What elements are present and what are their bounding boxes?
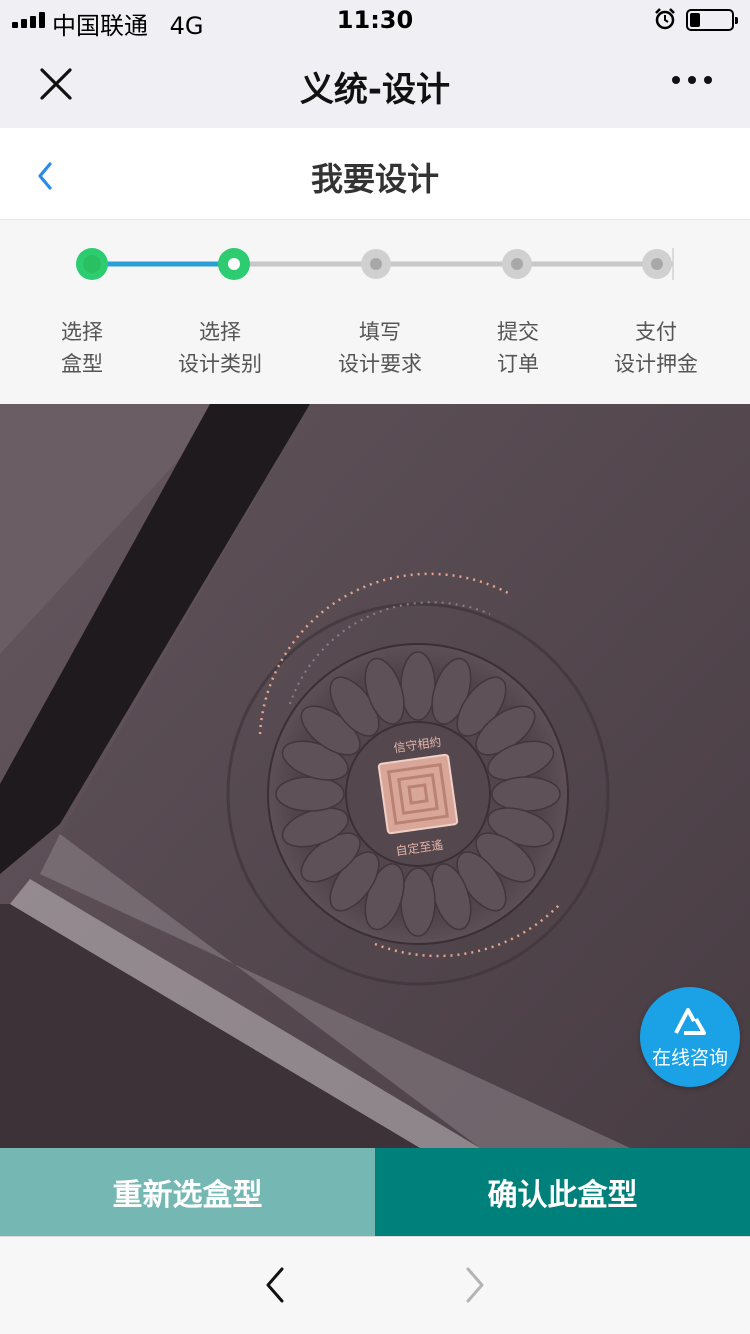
chevron-left-icon[interactable] (260, 1265, 292, 1305)
chevron-right-icon[interactable] (458, 1265, 490, 1305)
step-label-4: 提交 订单 (497, 320, 539, 376)
step-label-5: 支付 设计押金 (614, 320, 698, 376)
status-bar: 中国联通 4G 11:30 (0, 0, 750, 40)
seal-petal (400, 867, 436, 937)
page-title: 我要设计 (310, 160, 439, 198)
wechat-nav-bar: 义统-设计 (0, 40, 750, 128)
confirm-box-button[interactable]: 确认此盒型 (375, 1148, 750, 1236)
progress-steps: 选择 盒型 选择 设计类别 填写 设计要求 提交 订单 支付 设计押金 (0, 220, 750, 404)
seal-petal (491, 776, 561, 812)
step-dot-5 (642, 249, 672, 279)
wechat-title: 义统-设计 (299, 70, 451, 110)
reselect-box-button[interactable]: 重新选盒型 (0, 1148, 375, 1236)
page-header: 我要设计 (0, 128, 750, 220)
carrier-info: 中国联通 4G (52, 6, 204, 41)
browser-toolbar (0, 1236, 750, 1334)
product-image: 信守相約 自定至遙 (0, 404, 750, 1148)
steps-track (76, 248, 674, 280)
battery-level (690, 13, 700, 27)
signal-icon (12, 12, 45, 28)
seal-petal (275, 776, 345, 812)
step-label-3: 填写 设计要求 (338, 320, 422, 376)
alarm-icon (655, 8, 675, 30)
seal-petal (400, 651, 436, 721)
consult-logo-icon (674, 1008, 706, 1035)
battery-icon (686, 9, 738, 31)
more-dots-icon[interactable] (672, 76, 712, 84)
step-label-2: 选择 设计类别 (178, 320, 262, 376)
network-type: 4G (169, 12, 204, 40)
step-label-1: 选择 盒型 (61, 320, 103, 376)
consult-label: 在线咨询 (651, 1047, 728, 1069)
step-dot-3 (361, 249, 391, 279)
online-consult-button[interactable]: 在线咨询 (640, 987, 740, 1087)
step-dot-4 (502, 249, 532, 279)
step-dot-1 (76, 248, 108, 280)
carrier-name: 中国联通 (52, 12, 148, 40)
step-dot-2 (218, 248, 250, 280)
